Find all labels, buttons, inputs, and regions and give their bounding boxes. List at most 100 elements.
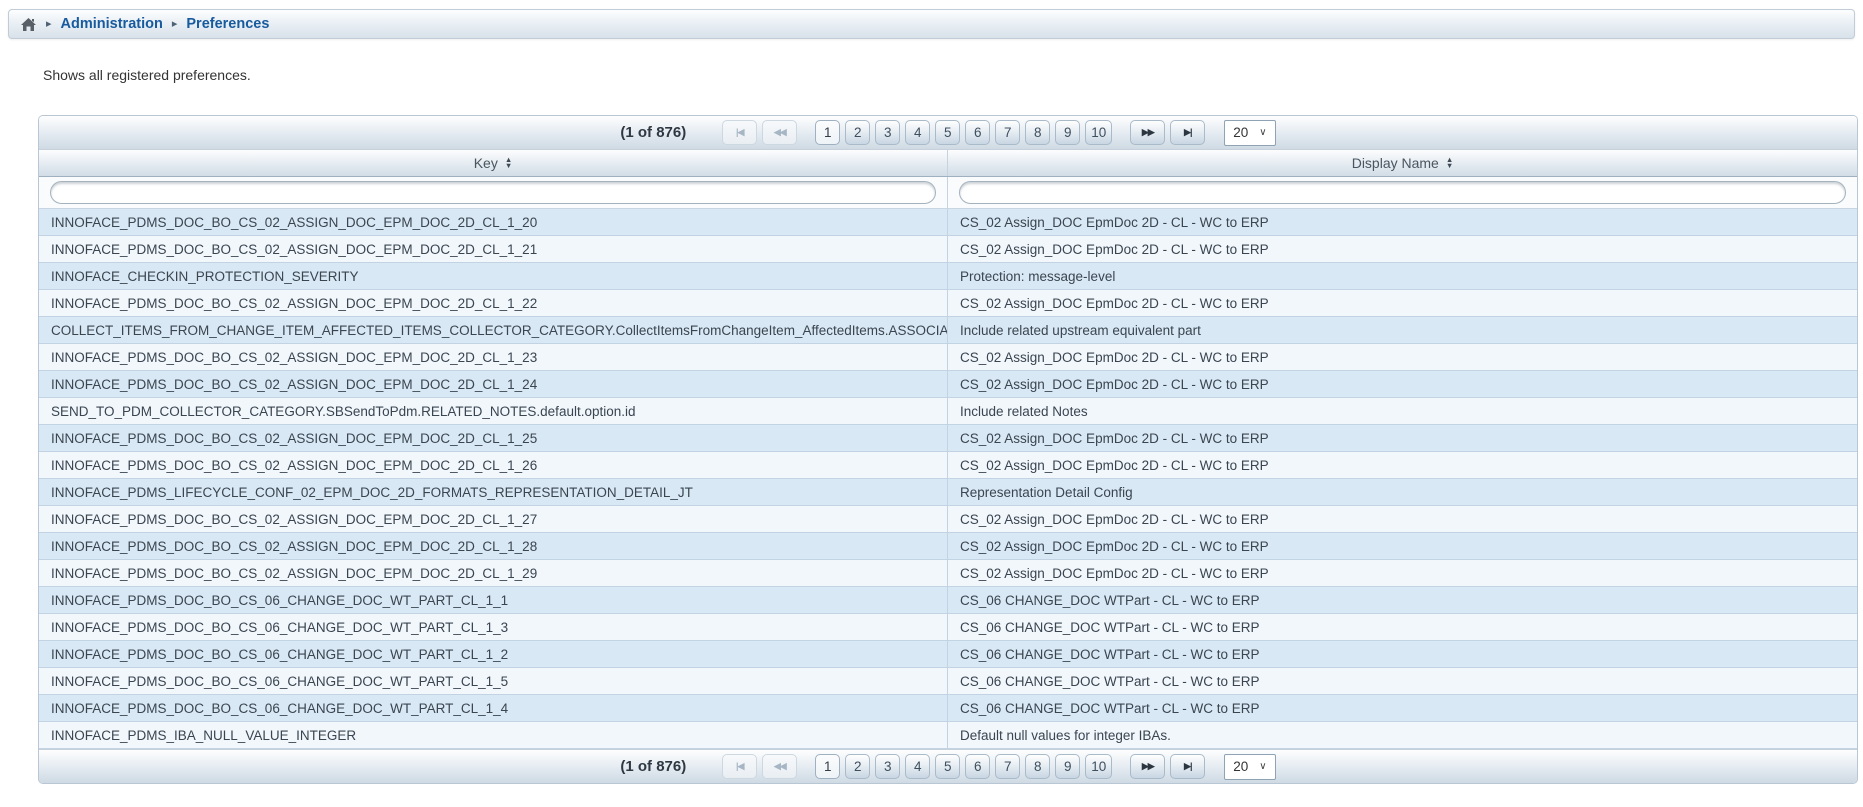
page-button-8[interactable]: 8 [1025, 754, 1050, 779]
first-page-button[interactable]: |◀ [722, 754, 757, 779]
page-button-5[interactable]: 5 [935, 120, 960, 145]
table-row[interactable]: INNOFACE_PDMS_DOC_BO_CS_02_ASSIGN_DOC_EP… [39, 290, 1857, 317]
page-button-1[interactable]: 1 [815, 754, 840, 779]
page-button-5[interactable]: 5 [935, 754, 960, 779]
table-row[interactable]: SEND_TO_PDM_COLLECTOR_CATEGORY.SBSendToP… [39, 398, 1857, 425]
display-name-cell: CS_02 Assign_DOC EpmDoc 2D - CL - WC to … [948, 344, 1857, 370]
page-button-6[interactable]: 6 [965, 754, 990, 779]
key-filter-input[interactable] [50, 181, 936, 204]
display-name-cell: CS_06 CHANGE_DOC WTPart - CL - WC to ERP [948, 614, 1857, 640]
last-page-button[interactable]: ▶| [1170, 754, 1205, 779]
rows-per-page-value: 20 [1233, 759, 1248, 774]
table-header-row: Key ▲ ▼ Display Name ▲ ▼ [39, 150, 1857, 177]
display-name-cell: CS_02 Assign_DOC EpmDoc 2D - CL - WC to … [948, 209, 1857, 235]
page-button-7[interactable]: 7 [995, 120, 1020, 145]
home-icon[interactable] [20, 17, 37, 32]
paginator-current-label: (1 of 876) [620, 124, 686, 141]
chevron-down-icon: ∨ [1259, 127, 1266, 138]
key-cell: INNOFACE_PDMS_DOC_BO_CS_02_ASSIGN_DOC_EP… [39, 209, 948, 235]
page-button-4[interactable]: 4 [905, 120, 930, 145]
column-header-key-label: Key [474, 155, 498, 171]
key-cell: INNOFACE_PDMS_DOC_BO_CS_06_CHANGE_DOC_WT… [39, 641, 948, 667]
page-button-10[interactable]: 10 [1085, 754, 1112, 779]
display-name-cell: CS_02 Assign_DOC EpmDoc 2D - CL - WC to … [948, 560, 1857, 586]
paginator-nav-end-group: ▶▶▶| [1130, 754, 1205, 779]
key-cell: INNOFACE_PDMS_DOC_BO_CS_02_ASSIGN_DOC_EP… [39, 344, 948, 370]
display-name-filter-cell [948, 177, 1857, 208]
page-description: Shows all registered preferences. [43, 67, 251, 83]
table-row[interactable]: INNOFACE_PDMS_DOC_BO_CS_06_CHANGE_DOC_WT… [39, 614, 1857, 641]
previous-page-button[interactable]: ◀◀ [762, 120, 797, 145]
table-row[interactable]: INNOFACE_PDMS_DOC_BO_CS_02_ASSIGN_DOC_EP… [39, 371, 1857, 398]
breadcrumb-link-preferences[interactable]: Preferences [186, 16, 269, 32]
key-cell: SEND_TO_PDM_COLLECTOR_CATEGORY.SBSendToP… [39, 398, 948, 424]
page-button-2[interactable]: 2 [845, 120, 870, 145]
display-name-cell: Include related upstream equivalent part [948, 317, 1857, 343]
display-name-cell: CS_02 Assign_DOC EpmDoc 2D - CL - WC to … [948, 533, 1857, 559]
preferences-page: ▸ Administration ▸ Preferences Shows all… [0, 0, 1863, 807]
table-row[interactable]: INNOFACE_PDMS_DOC_BO_CS_02_ASSIGN_DOC_EP… [39, 452, 1857, 479]
table-row[interactable]: INNOFACE_PDMS_DOC_BO_CS_02_ASSIGN_DOC_EP… [39, 533, 1857, 560]
page-button-2[interactable]: 2 [845, 754, 870, 779]
key-cell: INNOFACE_CHECKIN_PROTECTION_SEVERITY [39, 263, 948, 289]
display-name-filter-input[interactable] [959, 181, 1846, 204]
table-row[interactable]: INNOFACE_PDMS_DOC_BO_CS_02_ASSIGN_DOC_EP… [39, 560, 1857, 587]
sort-icon[interactable]: ▲ ▼ [505, 157, 512, 169]
key-cell: INNOFACE_PDMS_DOC_BO_CS_02_ASSIGN_DOC_EP… [39, 425, 948, 451]
key-cell: INNOFACE_PDMS_DOC_BO_CS_02_ASSIGN_DOC_EP… [39, 533, 948, 559]
table-row[interactable]: INNOFACE_PDMS_DOC_BO_CS_02_ASSIGN_DOC_EP… [39, 506, 1857, 533]
page-button-3[interactable]: 3 [875, 120, 900, 145]
sort-icon[interactable]: ▲ ▼ [1446, 157, 1453, 169]
key-cell: COLLECT_ITEMS_FROM_CHANGE_ITEM_AFFECTED_… [39, 317, 948, 343]
table-row[interactable]: INNOFACE_PDMS_LIFECYCLE_CONF_02_EPM_DOC_… [39, 479, 1857, 506]
page-button-3[interactable]: 3 [875, 754, 900, 779]
paginator-nav-start-group: |◀◀◀ [722, 754, 797, 779]
page-button-6[interactable]: 6 [965, 120, 990, 145]
table-row[interactable]: INNOFACE_PDMS_IBA_NULL_VALUE_INTEGERDefa… [39, 722, 1857, 749]
key-cell: INNOFACE_PDMS_DOC_BO_CS_06_CHANGE_DOC_WT… [39, 587, 948, 613]
key-cell: INNOFACE_PDMS_DOC_BO_CS_06_CHANGE_DOC_WT… [39, 668, 948, 694]
page-button-9[interactable]: 9 [1055, 754, 1080, 779]
rows-per-page-select[interactable]: 20∨ [1224, 754, 1275, 780]
page-button-7[interactable]: 7 [995, 754, 1020, 779]
table-row[interactable]: INNOFACE_PDMS_DOC_BO_CS_02_ASSIGN_DOC_EP… [39, 344, 1857, 371]
key-cell: INNOFACE_PDMS_DOC_BO_CS_02_ASSIGN_DOC_EP… [39, 506, 948, 532]
page-button-1[interactable]: 1 [815, 120, 840, 145]
paginator-pages-group: 12345678910 [815, 754, 1112, 779]
page-button-8[interactable]: 8 [1025, 120, 1050, 145]
breadcrumb-link-administration[interactable]: Administration [61, 16, 163, 32]
last-page-button[interactable]: ▶| [1170, 120, 1205, 145]
table-row[interactable]: INNOFACE_PDMS_DOC_BO_CS_06_CHANGE_DOC_WT… [39, 695, 1857, 722]
table-filter-row [39, 177, 1857, 209]
table-row[interactable]: INNOFACE_PDMS_DOC_BO_CS_02_ASSIGN_DOC_EP… [39, 425, 1857, 452]
next-page-button[interactable]: ▶▶ [1130, 754, 1165, 779]
chevron-right-icon: ▸ [46, 19, 52, 30]
page-button-9[interactable]: 9 [1055, 120, 1080, 145]
paginator-pages-group: 12345678910 [815, 120, 1112, 145]
next-page-button[interactable]: ▶▶ [1130, 120, 1165, 145]
page-button-4[interactable]: 4 [905, 754, 930, 779]
table-row[interactable]: INNOFACE_PDMS_DOC_BO_CS_06_CHANGE_DOC_WT… [39, 587, 1857, 614]
key-cell: INNOFACE_PDMS_DOC_BO_CS_06_CHANGE_DOC_WT… [39, 695, 948, 721]
key-cell: INNOFACE_PDMS_DOC_BO_CS_02_ASSIGN_DOC_EP… [39, 452, 948, 478]
display-name-cell: CS_02 Assign_DOC EpmDoc 2D - CL - WC to … [948, 506, 1857, 532]
table-row[interactable]: INNOFACE_PDMS_DOC_BO_CS_06_CHANGE_DOC_WT… [39, 668, 1857, 695]
page-button-10[interactable]: 10 [1085, 120, 1112, 145]
table-row[interactable]: INNOFACE_PDMS_DOC_BO_CS_06_CHANGE_DOC_WT… [39, 641, 1857, 668]
first-page-button[interactable]: |◀ [722, 120, 757, 145]
paginator-nav-end-group: ▶▶▶| [1130, 120, 1205, 145]
paginator-bottom: (1 of 876) |◀◀◀ 12345678910 ▶▶▶| 20∨ [39, 749, 1857, 783]
column-header-key[interactable]: Key ▲ ▼ [39, 150, 948, 176]
table-row[interactable]: INNOFACE_CHECKIN_PROTECTION_SEVERITYProt… [39, 263, 1857, 290]
table-row[interactable]: COLLECT_ITEMS_FROM_CHANGE_ITEM_AFFECTED_… [39, 317, 1857, 344]
column-header-display-name[interactable]: Display Name ▲ ▼ [948, 150, 1857, 176]
key-cell: INNOFACE_PDMS_DOC_BO_CS_02_ASSIGN_DOC_EP… [39, 290, 948, 316]
display-name-cell: CS_02 Assign_DOC EpmDoc 2D - CL - WC to … [948, 290, 1857, 316]
key-cell: INNOFACE_PDMS_DOC_BO_CS_02_ASSIGN_DOC_EP… [39, 560, 948, 586]
rows-per-page-select[interactable]: 20∨ [1224, 120, 1275, 146]
display-name-cell: CS_06 CHANGE_DOC WTPart - CL - WC to ERP [948, 695, 1857, 721]
table-row[interactable]: INNOFACE_PDMS_DOC_BO_CS_02_ASSIGN_DOC_EP… [39, 209, 1857, 236]
paginator-current-label: (1 of 876) [620, 758, 686, 775]
table-row[interactable]: INNOFACE_PDMS_DOC_BO_CS_02_ASSIGN_DOC_EP… [39, 236, 1857, 263]
previous-page-button[interactable]: ◀◀ [762, 754, 797, 779]
